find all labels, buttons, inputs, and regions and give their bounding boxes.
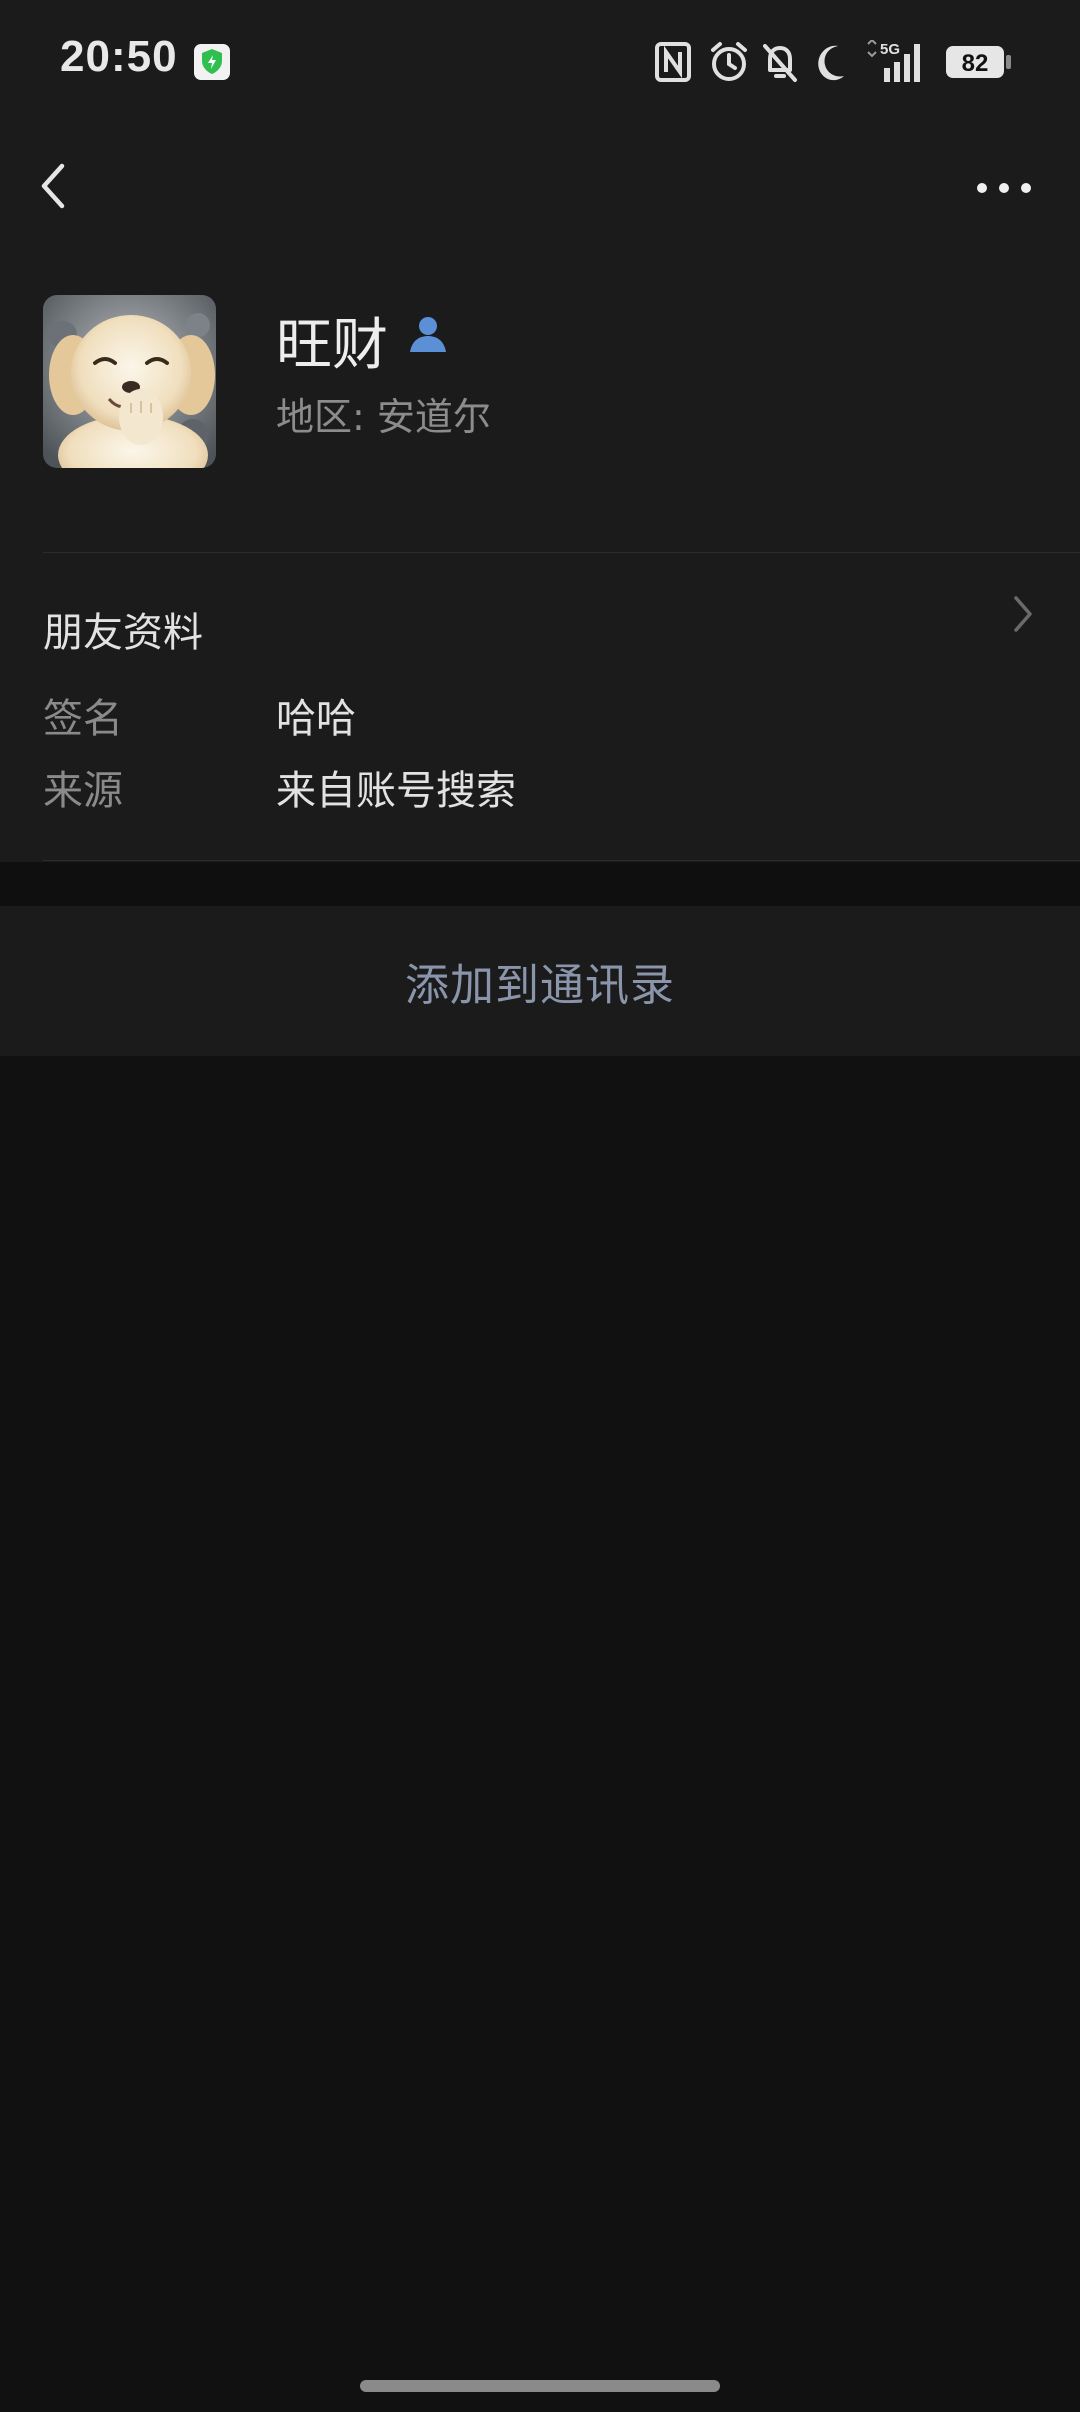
more-button[interactable] xyxy=(976,176,1032,200)
avatar[interactable] xyxy=(43,295,216,468)
puppy-avatar-image xyxy=(43,295,216,468)
profile-region: 地区: 安道尔 xyxy=(276,395,491,439)
status-time: 20:50 xyxy=(60,32,178,81)
divider xyxy=(43,552,1080,553)
alarm-icon xyxy=(711,42,747,81)
home-indicator[interactable] xyxy=(360,2380,720,2392)
add-to-contacts-label: 添加到通讯录 xyxy=(405,960,675,1011)
nfc-icon xyxy=(655,42,691,82)
moon-icon xyxy=(818,45,844,81)
network-label: 5G xyxy=(880,41,900,58)
more-horizontal-icon xyxy=(977,183,1031,193)
signature-label: 签名 xyxy=(43,696,123,742)
chevron-left-icon xyxy=(41,163,65,209)
source-label: 来源 xyxy=(43,768,123,814)
section-title-friend-info: 朋友资料 xyxy=(43,610,203,656)
chevron-right-icon xyxy=(1014,596,1032,632)
battery-level: 82 xyxy=(962,50,989,77)
profile-name: 旺财 xyxy=(276,313,388,378)
bell-off-icon xyxy=(763,44,797,82)
back-button[interactable] xyxy=(30,156,80,216)
divider xyxy=(43,860,1080,861)
signal-icon: 5G xyxy=(867,40,920,82)
section-gap xyxy=(0,862,1080,906)
signature-value: 哈哈 xyxy=(276,696,356,742)
person-icon xyxy=(410,317,446,352)
add-to-contacts-button[interactable]: 添加到通讯录 xyxy=(0,906,1080,1056)
status-bar: 20:50 5G 82 xyxy=(0,0,1080,124)
battery-icon: 82 xyxy=(946,46,1011,78)
source-value: 来自账号搜索 xyxy=(276,768,516,814)
shield-check-icon xyxy=(194,44,230,80)
profile-screen: 20:50 5G 82 旺财 地区: 安道尔 朋友资料 签名 哈哈 来源 来自账… xyxy=(0,0,1080,2412)
